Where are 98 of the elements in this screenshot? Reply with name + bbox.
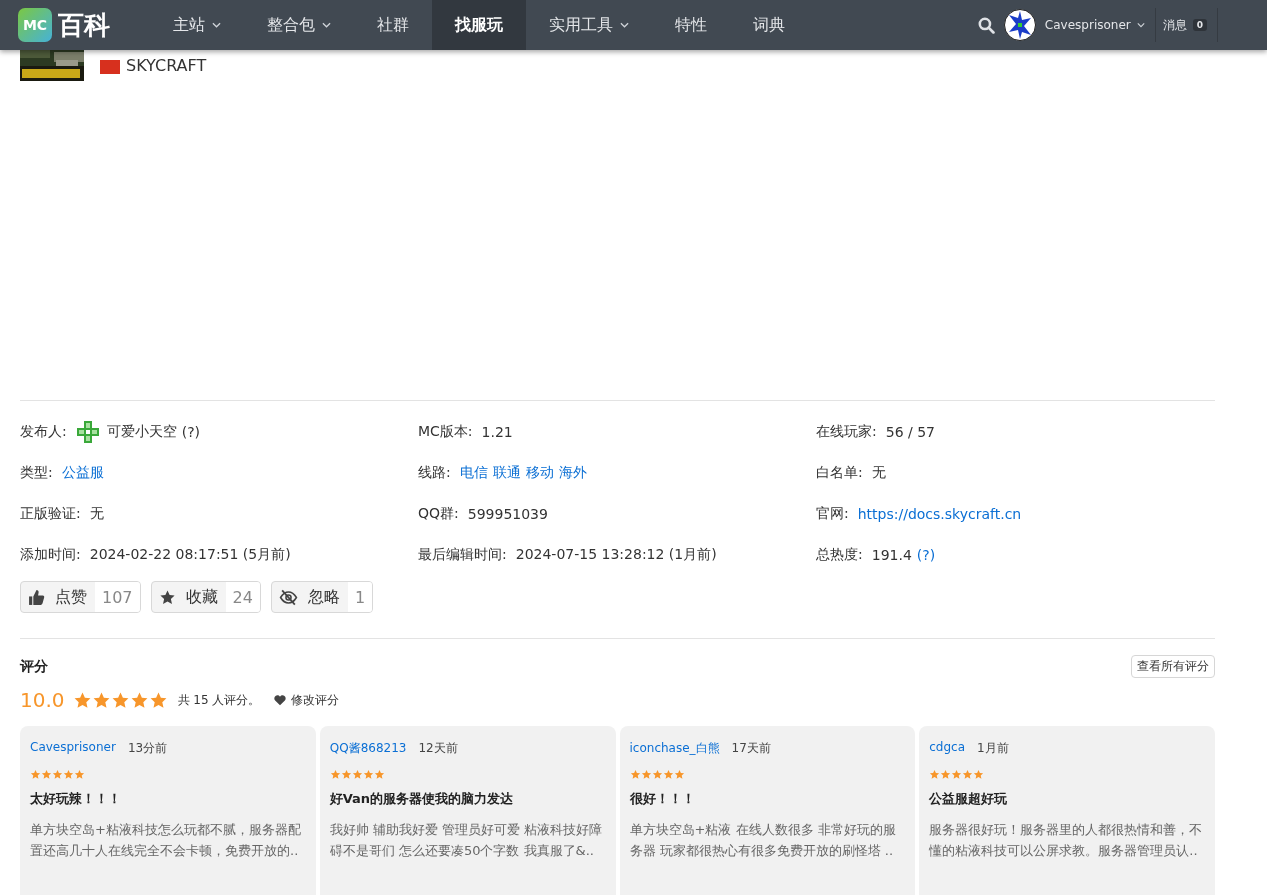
- field-label: 官网:: [816, 504, 849, 523]
- field-link[interactable]: https://docs.skycraft.cn: [857, 505, 1022, 522]
- star-icon: [929, 769, 941, 780]
- field-label: 在线玩家:: [816, 422, 877, 441]
- field-label: 白名单:: [816, 463, 863, 482]
- nav-item[interactable]: 找服玩: [432, 0, 526, 50]
- thumbs-up-icon: [28, 588, 45, 606]
- star-icon: [951, 769, 963, 780]
- field-label: 最后编辑时间:: [418, 545, 507, 564]
- field-link[interactable]: (?): [916, 546, 936, 563]
- star-icon: [651, 769, 663, 780]
- star-icon: [63, 769, 74, 780]
- star-icon: [962, 769, 974, 780]
- field-value: 2024-02-22 08:17:51 (5月前): [89, 545, 291, 564]
- field-value: 599951039: [467, 505, 548, 522]
- server-title: SKYCRAFT: [126, 56, 207, 75]
- star-icon: [110, 690, 130, 710]
- field-label: 添加时间:: [20, 545, 81, 564]
- star-icon: [662, 769, 674, 780]
- field-value: 2024-07-15 13:28:12 (1月前): [515, 545, 717, 564]
- action-button[interactable]: 忽略 1: [270, 581, 374, 613]
- field-value: (?): [181, 423, 201, 440]
- field-label: MC版本:: [418, 422, 473, 441]
- field-value: 无: [871, 463, 886, 482]
- star-icon: [329, 769, 341, 780]
- logo-text[interactable]: 百科: [58, 7, 110, 43]
- review-text: 我好帅 辅助我好爱 管理员好可爱 粘液科技好障碍不是哥们 怎么还要凑50个字数 我真服了&..: [329, 821, 604, 860]
- field-link[interactable]: 海外: [558, 463, 587, 482]
- messages-link[interactable]: 消息 0: [1155, 8, 1218, 42]
- field-link[interactable]: 电信: [459, 463, 488, 482]
- action-button[interactable]: 收藏 24: [150, 581, 261, 613]
- nav-item[interactable]: 特性: [652, 0, 730, 50]
- nav-item[interactable]: 社群: [354, 0, 432, 50]
- review-title: 很好！！！: [629, 790, 696, 808]
- review-time: 1月前: [977, 740, 1009, 757]
- reviewer-link[interactable]: Cavesprisoner: [30, 740, 116, 757]
- reviewer-link[interactable]: cdgca: [929, 740, 966, 757]
- field-label: 发布人:: [20, 422, 67, 441]
- field-label: 正版验证:: [20, 504, 81, 523]
- edit-rating-link[interactable]: 修改评分: [274, 691, 340, 709]
- reviewer-link[interactable]: QQ酱868213: [329, 740, 407, 757]
- star-icon: [340, 769, 352, 780]
- review-text: 服务器很好玩！服务器里的人都很热情和善，不懂的粘液科技可以公屏求教。服务器管理员认..: [929, 821, 1204, 860]
- field-value: 1.21: [481, 423, 513, 440]
- star-icon: [30, 769, 41, 780]
- eye-slash-icon: [278, 587, 298, 607]
- star-icon: [41, 769, 52, 780]
- star-icon: [373, 769, 385, 780]
- star-icon: [91, 690, 111, 710]
- review-time: 13分前: [127, 740, 168, 757]
- star-icon: [973, 769, 985, 780]
- star-icon: [158, 588, 176, 606]
- action-button[interactable]: 点赞 107: [20, 581, 141, 613]
- star-icon: [52, 769, 63, 780]
- review-title: 公益服超好玩: [929, 790, 1009, 808]
- star-icon: [940, 769, 952, 780]
- caret-icon: [1136, 22, 1145, 28]
- nav-item[interactable]: 词典: [730, 0, 808, 50]
- rating-summary: 共 15 人评分。: [177, 691, 261, 709]
- star-icon: [351, 769, 363, 780]
- user-avatar-icon: [75, 419, 100, 444]
- star-icon: [362, 769, 374, 780]
- field-value: 无: [89, 504, 104, 523]
- nav-item[interactable]: 实用工具: [526, 0, 652, 50]
- section-title: 评分: [20, 657, 48, 676]
- field-label: 线路:: [418, 463, 451, 482]
- star-icon: [72, 690, 92, 710]
- star-icon: [673, 769, 685, 780]
- heart-icon: [274, 694, 287, 706]
- reviewer-link[interactable]: iconchase_白熊: [629, 740, 720, 757]
- star-icon: [640, 769, 652, 780]
- field-label: 类型:: [20, 463, 53, 482]
- search-icon[interactable]: [977, 16, 995, 34]
- rating-score: 10.0: [20, 688, 65, 712]
- user-menu[interactable]: Cavesprisoner: [1044, 8, 1156, 42]
- star-icon: [129, 690, 149, 710]
- field-link[interactable]: 联通: [492, 463, 521, 482]
- field-label: QQ群:: [418, 504, 459, 523]
- review-time: 17天前: [731, 740, 771, 757]
- star-icon: [148, 690, 168, 710]
- view-all-ratings-button[interactable]: 查看所有评分: [1131, 655, 1215, 678]
- flag-icon: [100, 60, 120, 74]
- review-title: 好Van的服务器使我的脑力发达: [329, 790, 515, 808]
- star-icon: [74, 769, 85, 780]
- field-value: 可爱小天空: [106, 422, 177, 441]
- review-text: 单方块空岛+粘液科技怎么玩都不腻，服务器配置还高几十人在线完全不会卡顿，免费开放的..: [30, 821, 302, 860]
- field-link[interactable]: 移动: [525, 463, 554, 482]
- field-value: 56 / 57: [885, 423, 935, 440]
- field-value: 191.4: [871, 546, 912, 563]
- review-text: 单方块空岛+粘液 在线人数很多 非常好玩的服务器 玩家都很热心有很多免费开放的刷怪塔 ..: [629, 821, 897, 860]
- user-avatar-icon[interactable]: [1003, 9, 1036, 41]
- nav-item[interactable]: 整合包: [244, 0, 354, 50]
- field-label: 总热度:: [816, 545, 863, 564]
- nav-item[interactable]: 主站: [150, 0, 244, 50]
- star-icon: [629, 769, 641, 780]
- review-title: 太好玩辣！！！: [30, 790, 122, 808]
- field-link[interactable]: 公益服: [61, 463, 104, 482]
- review-time: 12天前: [418, 740, 458, 757]
